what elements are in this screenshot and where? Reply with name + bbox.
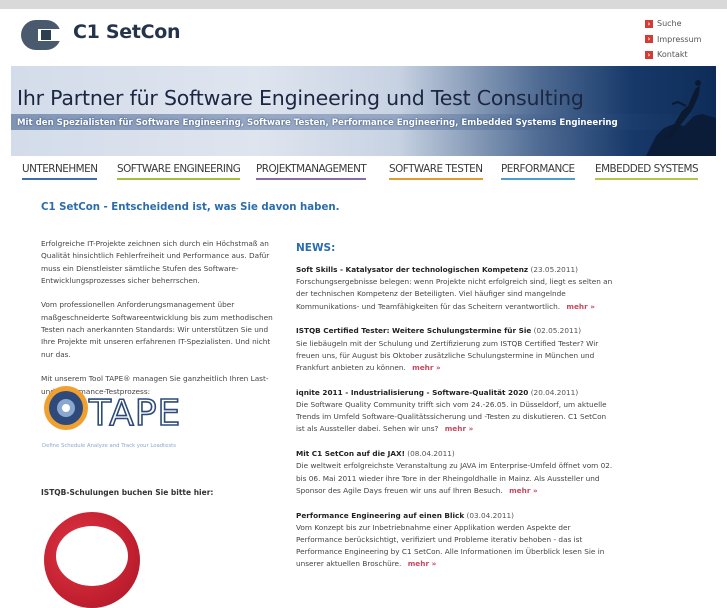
news-title[interactable]: Mit C1 SetCon auf die JAX! — [296, 449, 405, 458]
nav-label: EMBEDDED SYSTEMS — [595, 163, 699, 175]
more-link[interactable]: mehr » — [412, 363, 441, 372]
nav-label: SOFTWARE ENGINEERING — [117, 163, 241, 175]
news-heading: NEWS: — [296, 242, 336, 254]
nav-label: PROJEKTMANAGEMENT — [256, 163, 367, 175]
arrow-right-icon: › — [645, 50, 653, 59]
nav-underline — [117, 178, 241, 180]
istqb-badge-image[interactable] — [44, 512, 140, 608]
news-title[interactable]: ISTQB Certified Tester: Weitere Schulung… — [296, 326, 531, 335]
more-link[interactable]: mehr » — [445, 424, 474, 433]
news-date: (08.04.2011) — [407, 449, 455, 459]
news-item: Performance Engineering auf einen Blick … — [296, 510, 616, 571]
top-bar — [0, 0, 727, 9]
link-label: Suche — [657, 19, 682, 28]
news-date: (23.05.2011) — [530, 265, 578, 274]
more-link[interactable]: mehr » — [408, 559, 437, 568]
nav-label: PERFORMANCE — [501, 163, 575, 175]
news-title[interactable]: Performance Engineering auf einen Blick — [296, 511, 464, 520]
c1-setcon-logo[interactable]: C1 SetCon — [21, 18, 181, 52]
nav-projektmanagement[interactable]: PROJEKTMANAGEMENT — [256, 163, 367, 180]
tape-emblem-icon: TAPE Define Schedule Analyze and Track y… — [42, 386, 181, 449]
link-kontakt[interactable]: › Kontakt — [645, 47, 701, 62]
news-item: Mit C1 SetCon auf die JAX! (08.04.2011) … — [296, 448, 616, 497]
logo-text: C1 SetCon — [73, 21, 181, 43]
news-item: Soft Skills - Katalysator der technologi… — [296, 264, 616, 313]
news-item: iqnite 2011 - Industrialisierung - Softw… — [296, 387, 616, 436]
intro-paragraph: Erfolgreiche IT-Projekte zeichnen sich d… — [41, 239, 270, 285]
intro-paragraph: Vom professionellen Anforderungsmanageme… — [41, 300, 273, 359]
news-text: Die weltweit erfolgreichste Veranstaltun… — [296, 461, 613, 495]
climber-silhouette-image — [646, 80, 716, 156]
logo-mark-icon — [21, 20, 61, 50]
istqb-label: ISTQB-Schulungen buchen Sie bitte hier: — [41, 488, 214, 497]
news-date: (03.04.2011) — [466, 510, 514, 520]
link-impressum[interactable]: › Impressum — [645, 32, 701, 47]
news-date: (20.04.2011) — [530, 387, 579, 397]
news-title[interactable]: Soft Skills - Katalysator der technologi… — [296, 265, 528, 274]
news-title[interactable]: iqnite 2011 - Industrialisierung - Softw… — [296, 388, 528, 397]
nav-software-engineering[interactable]: SOFTWARE ENGINEERING — [117, 163, 241, 180]
link-suche[interactable]: › Suche — [645, 16, 701, 31]
more-link[interactable]: mehr » — [566, 302, 595, 311]
link-label: Kontakt — [657, 50, 688, 59]
nav-software-testen[interactable]: SOFTWARE TESTEN — [389, 163, 483, 180]
tape-wordmark: TAPE — [88, 393, 181, 434]
nav-underline — [256, 178, 367, 180]
nav-label: UNTERNEHMEN — [22, 163, 98, 175]
news-item: ISTQB Certified Tester: Weitere Schulung… — [296, 325, 616, 374]
news-text: Sie liebäugeln mit der Schulung und Zert… — [296, 338, 599, 373]
nav-underline — [501, 178, 575, 180]
page-headline: C1 SetCon - Entscheidend ist, was Sie da… — [41, 202, 340, 213]
news-list: Soft Skills - Katalysator der technologi… — [296, 264, 616, 583]
arrow-right-icon: › — [645, 35, 653, 43]
tape-tagline: Define Schedule Analyze and Track your L… — [42, 443, 176, 449]
nav-embedded-systems[interactable]: EMBEDDED SYSTEMS — [595, 163, 699, 180]
banner-title: Ihr Partner für Software Engineering und… — [17, 86, 584, 110]
nav-label: SOFTWARE TESTEN — [389, 163, 483, 175]
nav-unternehmen[interactable]: UNTERNEHMEN — [22, 163, 98, 180]
news-date: (02.05.2011) — [533, 326, 582, 336]
news-text: Forschungsergebnisse belegen: wenn Proje… — [296, 277, 613, 311]
top-links: › Suche › Impressum › Kontakt — [645, 16, 701, 63]
nav-underline — [595, 178, 699, 180]
nav-performance[interactable]: PERFORMANCE — [501, 163, 575, 180]
hero-banner: Ihr Partner für Software Engineering und… — [11, 66, 716, 156]
more-link[interactable]: mehr » — [509, 486, 538, 495]
main-navigation: UNTERNEHMEN SOFTWARE ENGINEERING PROJEKT… — [11, 160, 716, 182]
news-text: Vom Konzept bis zur Inbetriebnahme einer… — [296, 522, 605, 569]
banner-subtitle: Mit den Spezialisten für Software Engine… — [17, 118, 618, 128]
arrow-right-icon: › — [645, 19, 653, 28]
link-label: Impressum — [657, 34, 702, 44]
nav-underline — [22, 178, 98, 180]
nav-underline — [389, 178, 483, 180]
tape-logo[interactable]: TAPE Define Schedule Analyze and Track y… — [41, 383, 191, 453]
